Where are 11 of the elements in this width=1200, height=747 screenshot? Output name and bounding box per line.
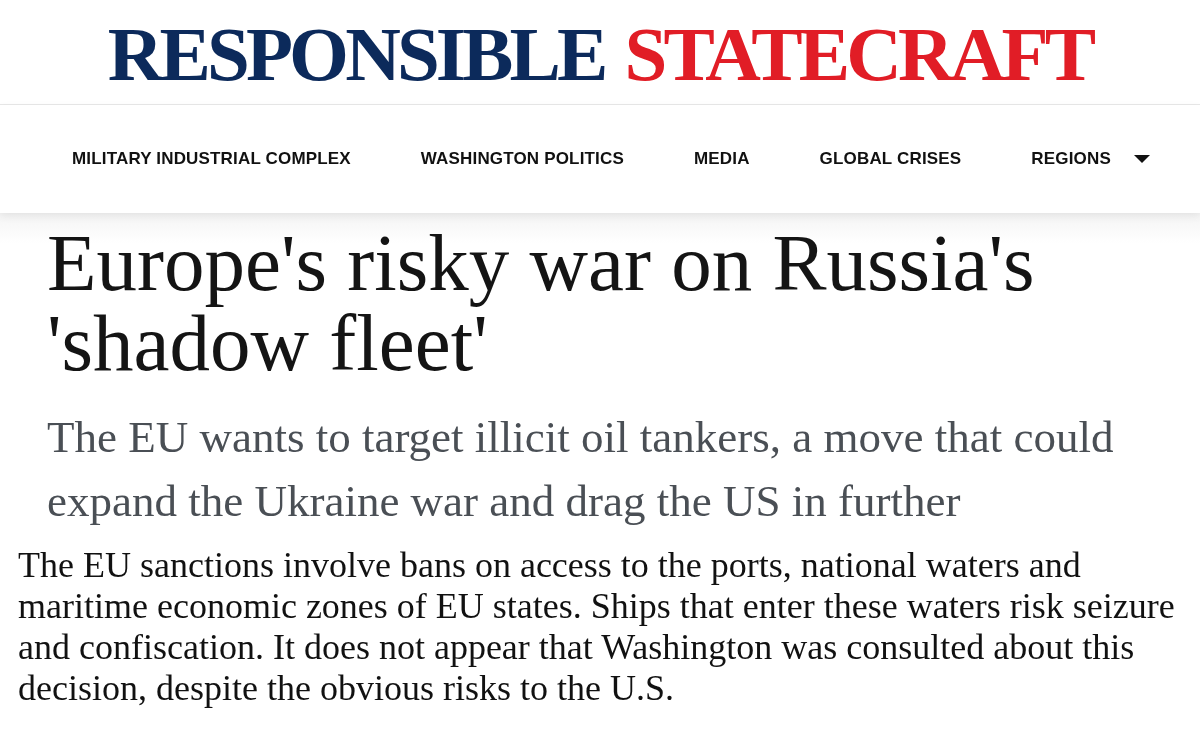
article-subheadline: The EU wants to target illicit oil tankers, a move that could expand the Ukraine war and drag the US in further [46, 411, 1115, 528]
nav-link[interactable]: WASHINGTON POLITICS [420, 146, 624, 172]
caret-down-icon[interactable] [1133, 155, 1150, 163]
logo-word[interactable]: STATECRAFT [624, 15, 1093, 93]
nav-link[interactable]: MILITARY INDUSTRIAL COMPLEX [72, 146, 351, 172]
nav-link[interactable]: REGIONS [1031, 146, 1150, 172]
nav-link[interactable]: MEDIA [693, 146, 750, 172]
article-paragraph: The EU sanctions involve bans on access to the ports, national waters and maritime economic zones of EU states. Ships that enter these waters risk seizure and confiscation. It does not appear that Washington was consulted about this decision, despite the obvious risks to the U.S. [17, 544, 1176, 709]
nav-link[interactable]: GLOBAL CRISES [819, 146, 962, 172]
article-headline: Europe's risky war on Russia's 'shadow fleet' [46, 217, 1036, 383]
logo-word[interactable]: RESPONSIBLE [107, 15, 605, 93]
